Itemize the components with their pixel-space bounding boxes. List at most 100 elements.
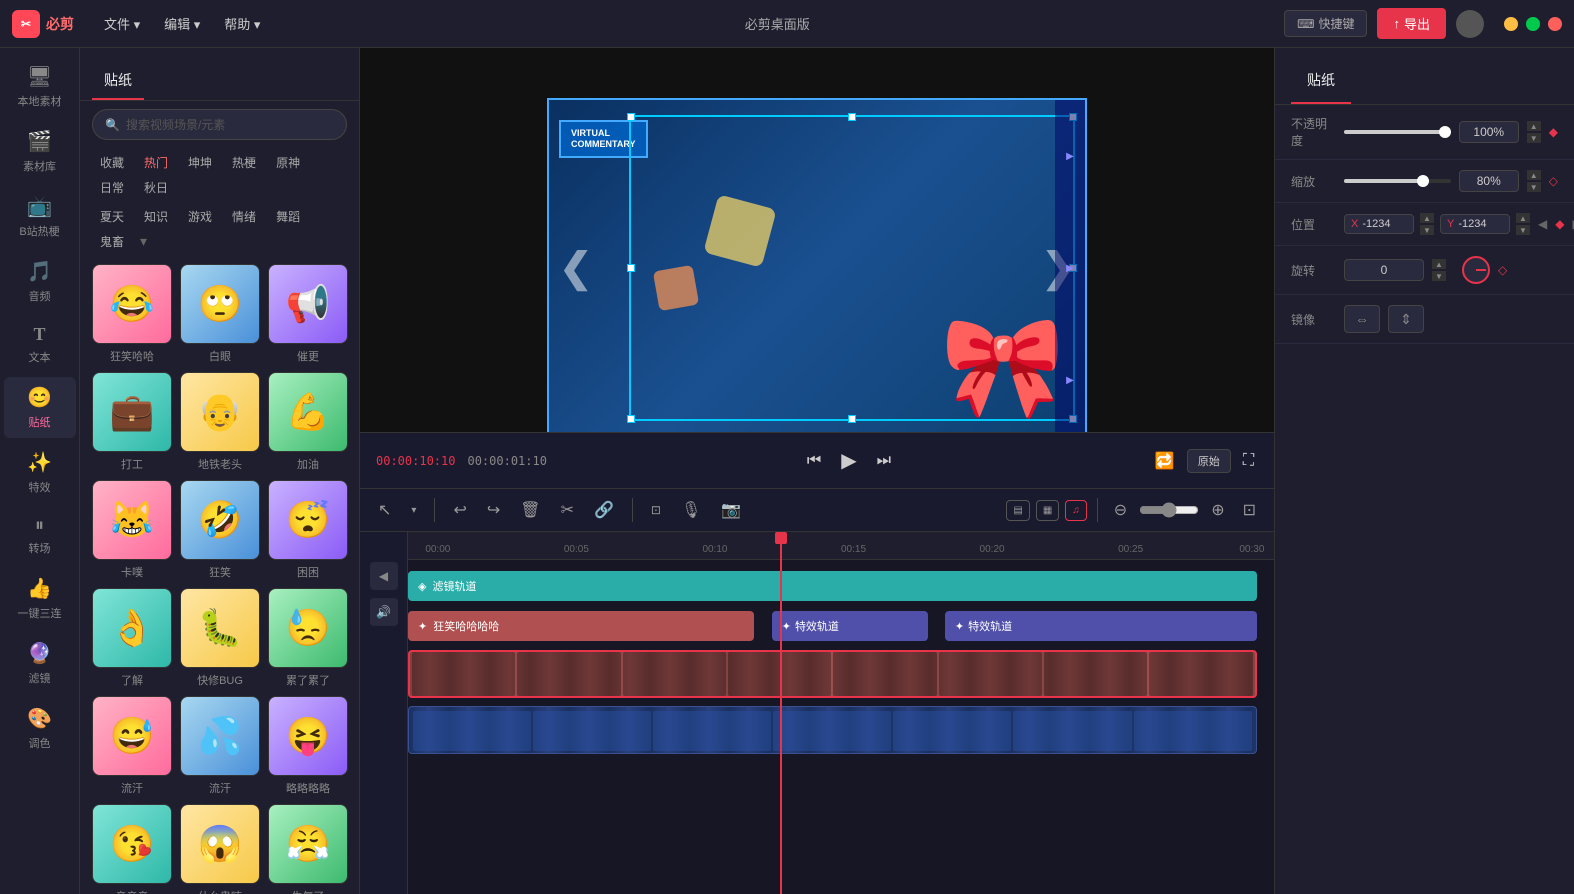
sidebar-item-onekey[interactable]: 👍 一键三连	[4, 568, 76, 629]
gutter-btn-1[interactable]: ◀	[370, 562, 398, 590]
select-dropdown-button[interactable]: ▾	[405, 501, 422, 520]
export-button[interactable]: ↑ 导出	[1377, 8, 1446, 39]
clip-filter[interactable]: ◈ 滤镜轨道	[408, 571, 1257, 601]
tag-game[interactable]: 游戏	[180, 206, 220, 227]
tag-kunkun[interactable]: 坤坤	[180, 152, 220, 173]
rotation-keyframe[interactable]: ◇	[1498, 263, 1507, 277]
tag-knowledge[interactable]: 知识	[136, 206, 176, 227]
clip-audio[interactable]	[408, 706, 1257, 754]
tag-yuanshen[interactable]: 原神	[268, 152, 308, 173]
fit-button[interactable]: ⊡	[1237, 496, 1262, 524]
sidebar-item-transition[interactable]: ⏸ 转场	[4, 507, 76, 564]
sticker-item-13[interactable]: 💦 流汗	[180, 696, 260, 796]
select-tool-button[interactable]: ↖	[372, 496, 397, 524]
tag-ghost[interactable]: 鬼畜	[92, 231, 132, 252]
snap-button[interactable]: ⊡	[645, 499, 667, 521]
mirror-horizontal-btn[interactable]: ⇔	[1344, 305, 1380, 333]
zoom-in-button[interactable]: ⊕	[1205, 496, 1230, 524]
camera-button[interactable]: 📷	[715, 496, 747, 524]
position-keyframe[interactable]: ◆	[1555, 217, 1564, 231]
position-y-input[interactable]: Y -1234	[1440, 214, 1510, 234]
rotation-step-up[interactable]: ▲	[1432, 259, 1446, 269]
sticker-item-17[interactable]: 😤 生气了	[268, 804, 348, 894]
opacity-step-up[interactable]: ▲	[1527, 121, 1541, 131]
pos-y-up[interactable]: ▲	[1516, 213, 1530, 223]
sidebar-item-bilibili[interactable]: 📺 B站热梗	[4, 186, 76, 247]
tag-emotion[interactable]: 情绪	[224, 206, 264, 227]
clip-main-video[interactable]	[408, 650, 1257, 698]
handle-bl[interactable]	[627, 415, 635, 423]
sidebar-item-audio[interactable]: 🎵 音频	[4, 251, 76, 312]
mic-button[interactable]: 🎙	[675, 496, 707, 524]
position-x-input[interactable]: X -1234	[1344, 214, 1414, 234]
rotation-step-down[interactable]: ▼	[1432, 271, 1446, 281]
mirror-vertical-btn[interactable]: ⇕	[1388, 305, 1424, 333]
position-prev-btn[interactable]: ◀	[1538, 217, 1547, 231]
original-btn[interactable]: 原始	[1187, 449, 1231, 473]
gutter-btn-audio[interactable]: 🔊	[370, 598, 398, 626]
play-button[interactable]: ▶	[837, 444, 860, 477]
opacity-slider-thumb[interactable]	[1439, 126, 1451, 138]
scale-step-down[interactable]: ▼	[1527, 182, 1541, 192]
tag-hot2[interactable]: 热梗	[224, 152, 264, 173]
sticker-item-16[interactable]: 😱 什么鬼喃	[180, 804, 260, 894]
zoom-out-button[interactable]: ⊖	[1108, 496, 1133, 524]
link-button[interactable]: 🔗	[588, 496, 620, 524]
sticker-item-4[interactable]: 👴 地铁老头	[180, 372, 260, 472]
sidebar-item-filter[interactable]: 🔮 滤镜	[4, 633, 76, 694]
redo-button[interactable]: ↪	[481, 496, 506, 524]
track-view-btn-2[interactable]: ▦	[1036, 500, 1059, 521]
zoom-slider[interactable]	[1139, 502, 1199, 518]
shortcut-button[interactable]: ⌨ 快捷键	[1284, 10, 1367, 37]
tag-dance[interactable]: 舞蹈	[268, 206, 308, 227]
sticker-item-8[interactable]: 😴 困困	[268, 480, 348, 580]
sidebar-item-local[interactable]: 🖥 本地素材	[4, 56, 76, 117]
menu-file[interactable]: 文件 ▾	[94, 10, 150, 37]
handle-tc[interactable]	[848, 113, 856, 121]
sticker-item-6[interactable]: 😹 卡噗	[92, 480, 172, 580]
sticker-item-0[interactable]: 😂 狂笑哈哈	[92, 264, 172, 364]
minimize-button[interactable]	[1504, 17, 1518, 31]
sticker-item-11[interactable]: 😓 累了累了	[268, 588, 348, 688]
tag-collect[interactable]: 收藏	[92, 152, 132, 173]
sticker-item-10[interactable]: 🐛 快修BUG	[180, 588, 260, 688]
cut-button[interactable]: ✂	[555, 496, 580, 524]
sticker-item-2[interactable]: 📢 催更	[268, 264, 348, 364]
handle-bc[interactable]	[848, 415, 856, 423]
sticker-item-7[interactable]: 🤣 狂笑	[180, 480, 260, 580]
sidebar-item-sticker[interactable]: 😊 贴纸	[4, 377, 76, 438]
sticker-item-15[interactable]: 😘 亲亲亲	[92, 804, 172, 894]
sidebar-item-color[interactable]: 🎨 调色	[4, 698, 76, 759]
scale-keyframe[interactable]: ◇	[1549, 174, 1558, 188]
tag-autumn[interactable]: 秋日	[136, 177, 176, 198]
sticker-item-5[interactable]: 💪 加油	[268, 372, 348, 472]
sticker-item-14[interactable]: 😝 略略略略	[268, 696, 348, 796]
handle-ml[interactable]	[627, 264, 635, 272]
opacity-keyframe[interactable]: ◆	[1549, 125, 1558, 139]
close-button[interactable]	[1548, 17, 1562, 31]
scale-step-up[interactable]: ▲	[1527, 170, 1541, 180]
tag-daily[interactable]: 日常	[92, 177, 132, 198]
track-view-btn-1[interactable]: ▤	[1006, 500, 1029, 521]
sidebar-item-effects[interactable]: ✨ 特效	[4, 442, 76, 503]
opacity-slider[interactable]	[1344, 130, 1451, 134]
sticker-item-3[interactable]: 💼 打工	[92, 372, 172, 472]
clip-effect-1[interactable]: ✦ 狂笑哈哈哈哈	[408, 611, 754, 641]
menu-edit[interactable]: 编辑 ▾	[154, 10, 210, 37]
search-box[interactable]: 🔍 搜索视频场景/元素	[92, 109, 347, 140]
pos-x-up[interactable]: ▲	[1420, 213, 1434, 223]
next-frame-button[interactable]: ⏭	[873, 448, 895, 474]
sidebar-item-library[interactable]: 🎬 素材库	[4, 121, 76, 182]
track-view-btn-3[interactable]: ♫	[1065, 500, 1087, 521]
clip-effect-3[interactable]: ✦ 特效轨道	[945, 611, 1257, 641]
sticker-item-9[interactable]: 👌 了解	[92, 588, 172, 688]
scale-slider-thumb[interactable]	[1417, 175, 1429, 187]
rotation-dial[interactable]	[1462, 256, 1490, 284]
sidebar-item-text[interactable]: T 文本	[4, 316, 76, 373]
prev-arrow[interactable]: ❮	[559, 245, 593, 291]
prev-frame-button[interactable]: ⏮	[803, 448, 825, 474]
maximize-button[interactable]	[1526, 17, 1540, 31]
tag-hot[interactable]: 热门	[136, 152, 176, 173]
tag-more-btn[interactable]: ▾	[136, 231, 151, 252]
clip-effect-2[interactable]: ✦ 特效轨道	[772, 611, 928, 641]
